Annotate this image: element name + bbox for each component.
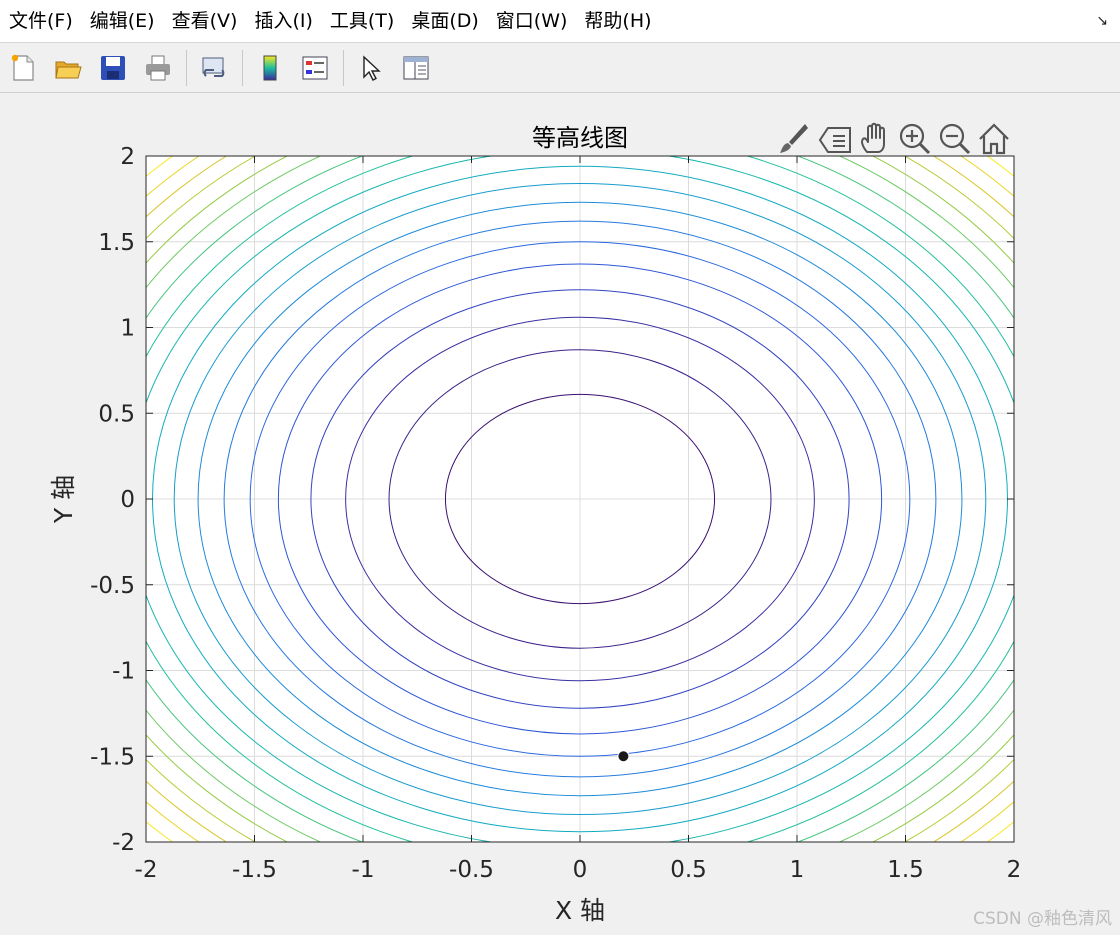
print-icon[interactable] bbox=[141, 51, 175, 85]
colorbar-icon[interactable] bbox=[253, 51, 287, 85]
x-tick-label: 1 bbox=[790, 857, 805, 883]
x-axis-label: X 轴 bbox=[555, 896, 605, 925]
watermark: CSDN @釉色清风 bbox=[973, 909, 1112, 929]
y-tick-label: -1 bbox=[112, 659, 135, 685]
y-tick-label: 1 bbox=[120, 316, 135, 342]
link-plot-icon[interactable] bbox=[197, 51, 231, 85]
toolbar-separator bbox=[242, 49, 243, 86]
y-tick-label: 2 bbox=[120, 144, 135, 170]
y-axis-label: Y 轴 bbox=[49, 475, 78, 524]
figure-toolbar bbox=[0, 43, 1120, 93]
menu-help[interactable]: 帮助(H) bbox=[575, 0, 659, 42]
menu-file[interactable]: 文件(F) bbox=[0, 0, 81, 42]
pointer-icon[interactable] bbox=[354, 51, 388, 85]
menu-insert[interactable]: 插入(I) bbox=[245, 0, 320, 42]
toolbar-separator bbox=[343, 49, 344, 86]
toolbar-separator bbox=[186, 49, 187, 86]
y-tick-label: -1.5 bbox=[90, 744, 135, 770]
menu-window[interactable]: 窗口(W) bbox=[487, 0, 576, 42]
home-icon[interactable] bbox=[979, 123, 1009, 155]
menu-desktop[interactable]: 桌面(D) bbox=[402, 0, 486, 42]
axes-toolbar bbox=[780, 122, 1009, 155]
menu-view[interactable]: 查看(V) bbox=[163, 0, 246, 42]
legend-icon[interactable] bbox=[298, 51, 332, 85]
y-tick-label: -0.5 bbox=[90, 573, 135, 599]
x-tick-label: 0 bbox=[573, 857, 588, 883]
x-tick-label: -1 bbox=[352, 857, 375, 883]
contour-chart: -2 -1.5 -1 -0.5 0 0.5 1 1.5 2 -2 -1.5 -1 -0.5 0 0.5 1 1.… bbox=[49, 122, 1022, 925]
zoom-out-icon[interactable] bbox=[939, 123, 971, 155]
x-tick-label: -1.5 bbox=[232, 857, 277, 883]
new-file-icon[interactable] bbox=[6, 51, 40, 85]
y-tick-label: -2 bbox=[112, 830, 135, 856]
menu-tools[interactable]: 工具(T) bbox=[321, 0, 402, 42]
x-tick-label: 2 bbox=[1007, 857, 1022, 883]
dock-arrow-icon[interactable]: ↘ bbox=[1096, 13, 1108, 29]
property-inspector-icon[interactable] bbox=[399, 51, 433, 85]
x-tick-label: -2 bbox=[135, 857, 158, 883]
menu-bar: 文件(F) 编辑(E) 查看(V) 插入(I) 工具(T) 桌面(D) 窗口(W… bbox=[0, 0, 1120, 43]
open-folder-icon[interactable] bbox=[51, 51, 85, 85]
marker-point bbox=[617, 750, 630, 763]
figure-canvas: -2 -1.5 -1 -0.5 0 0.5 1 1.5 2 -2 -1.5 -1 -0.5 0 0.5 1 1.… bbox=[0, 94, 1120, 935]
x-tick-label: -0.5 bbox=[449, 857, 494, 883]
x-tick-label: 1.5 bbox=[887, 857, 924, 883]
brush-icon[interactable] bbox=[780, 124, 808, 153]
pan-hand-icon[interactable] bbox=[861, 122, 885, 153]
data-tips-icon[interactable] bbox=[818, 127, 851, 153]
marker-layer bbox=[617, 750, 630, 763]
chart-title: 等高线图 bbox=[532, 124, 628, 152]
save-icon[interactable] bbox=[96, 51, 130, 85]
zoom-in-icon[interactable] bbox=[899, 123, 931, 155]
y-tick-label: 0 bbox=[120, 487, 135, 513]
y-tick-label: 1.5 bbox=[98, 230, 135, 256]
x-tick-label: 0.5 bbox=[670, 857, 707, 883]
y-tick-label: 0.5 bbox=[98, 401, 135, 427]
menu-edit[interactable]: 编辑(E) bbox=[81, 0, 163, 42]
